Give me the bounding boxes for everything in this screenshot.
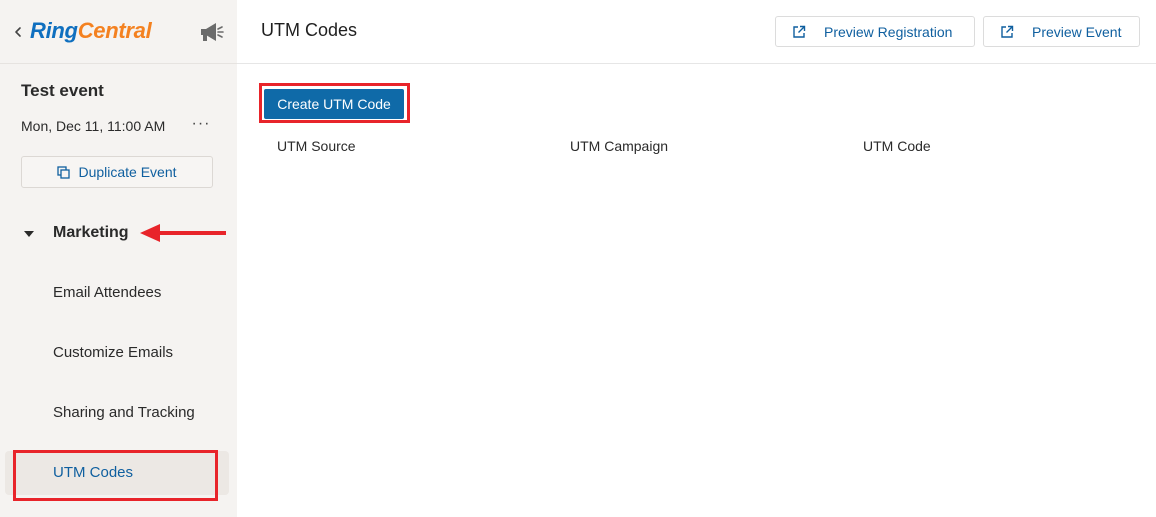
preview-registration-label: Preview Registration (824, 23, 953, 40)
caret-down-icon (24, 231, 34, 237)
megaphone-icon[interactable] (198, 20, 224, 44)
section-marketing-label: Marketing (53, 224, 129, 241)
sidebar-item-sharing-tracking[interactable]: Sharing and Tracking (53, 404, 195, 421)
sidebar: RingCentral Test event Mon, Dec 11, 11:0… (0, 0, 237, 517)
page-title: UTM Codes (261, 20, 358, 40)
column-header-utm-code: UTM Code (863, 138, 931, 154)
highlight-box-create-button (259, 83, 410, 123)
sidebar-item-email-attendees[interactable]: Email Attendees (53, 284, 161, 301)
duplicate-event-button[interactable]: Duplicate Event (21, 156, 213, 188)
duplicate-event-label: Duplicate Event (78, 164, 177, 180)
column-header-utm-campaign: UTM Campaign (570, 138, 669, 154)
sidebar-item-customize-emails[interactable]: Customize Emails (53, 344, 173, 361)
preview-registration-button[interactable]: Preview Registration (775, 16, 975, 47)
sidebar-divider (0, 63, 237, 64)
event-date: Mon, Dec 11, 11:00 AM (21, 118, 166, 134)
main-content: UTM Codes Preview Registration Preview E… (237, 0, 1156, 517)
sidebar-header: RingCentral (0, 0, 237, 64)
arrow-left-annotation-icon (140, 224, 226, 242)
highlight-box-utm-codes (13, 450, 218, 501)
section-marketing-toggle[interactable]: Marketing (24, 220, 129, 246)
chevron-left-icon[interactable] (11, 24, 25, 40)
main-header: UTM Codes Preview Registration Preview E… (237, 0, 1156, 64)
column-header-utm-source: UTM Source (277, 138, 356, 154)
preview-event-button[interactable]: Preview Event (983, 16, 1140, 47)
preview-event-label: Preview Event (1032, 23, 1122, 40)
external-link-icon (1001, 25, 1014, 38)
more-options-button[interactable]: ··· (190, 114, 212, 136)
ringcentral-logo: RingCentral (30, 18, 152, 43)
copy-icon (57, 165, 71, 179)
event-title: Test event (21, 81, 104, 100)
external-link-icon (793, 25, 806, 38)
